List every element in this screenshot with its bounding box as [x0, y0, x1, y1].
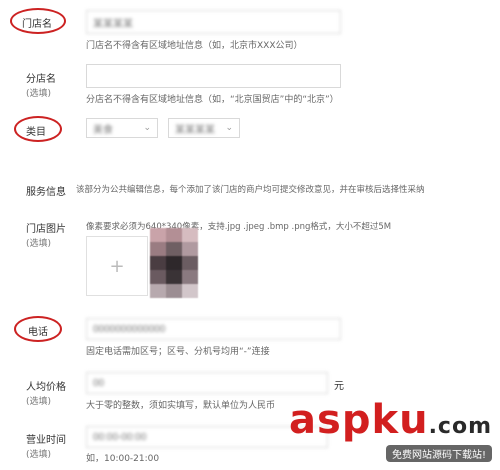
store-image-hint: 像素要求必须为640*340像素，支持.jpg .jpeg .bmp .png格… — [86, 222, 392, 232]
branch-name-optional: (选填) — [26, 89, 52, 99]
watermark-brand: aspku — [289, 397, 429, 443]
plus-icon: + — [109, 255, 125, 277]
phone-hint: 固定电话需加区号；区号、分机号均用“-”连接 — [86, 347, 270, 357]
branch-name-label: 分店名 — [26, 74, 56, 85]
phone-label: 电话 — [28, 327, 48, 338]
chevron-down-icon: ⌄ — [225, 123, 233, 133]
watermark-tagline: 免费网站源码下载站! — [385, 445, 492, 462]
category-select-primary-value: 美食 — [93, 124, 113, 136]
uploaded-image-thumbnail[interactable] — [150, 228, 198, 298]
watermark-suffix: .com — [428, 414, 492, 439]
category-label: 类目 — [26, 127, 46, 138]
business-hours-hint: 如，10:00-21:00 — [86, 454, 160, 464]
avg-price-label: 人均价格 — [26, 382, 66, 393]
store-image-optional: (选填) — [26, 239, 52, 249]
avg-price-hint: 大于零的整数，须如实填写，默认单位为人民币 — [86, 401, 276, 411]
branch-name-input[interactable] — [86, 64, 341, 88]
category-select-secondary[interactable]: 某某某某 ⌄ — [168, 118, 240, 138]
business-hours-label: 营业时间 — [26, 435, 66, 446]
phone-input[interactable] — [86, 318, 341, 340]
watermark-logo: aspku.com — [289, 397, 492, 443]
service-info-label: 服务信息 — [26, 187, 66, 198]
chevron-down-icon: ⌄ — [143, 123, 151, 133]
image-upload-button[interactable]: + — [86, 236, 148, 296]
service-info-text: 该部分为公共编辑信息，每个添加了该门店的商户均可提交修改意见，并在审核后选择性采… — [76, 185, 425, 195]
store-image-label: 门店图片 — [26, 224, 66, 235]
store-name-hint: 门店名不得含有区域地址信息（如，北京市XXX公司） — [86, 41, 303, 51]
site-watermark: aspku.com 免费网站源码下载站! — [289, 397, 492, 462]
category-select-secondary-value: 某某某某 — [175, 124, 215, 136]
category-select-primary[interactable]: 美食 ⌄ — [86, 118, 158, 138]
branch-name-hint: 分店名不得含有区域地址信息（如，“北京国贸店”中的“北京”） — [86, 95, 339, 105]
avg-price-unit: 元 — [334, 381, 344, 392]
avg-price-optional: (选填) — [26, 397, 52, 407]
store-name-input[interactable] — [86, 10, 341, 34]
store-name-label: 门店名 — [22, 19, 52, 30]
business-hours-optional: (选填) — [26, 450, 52, 460]
avg-price-input[interactable] — [86, 372, 328, 394]
